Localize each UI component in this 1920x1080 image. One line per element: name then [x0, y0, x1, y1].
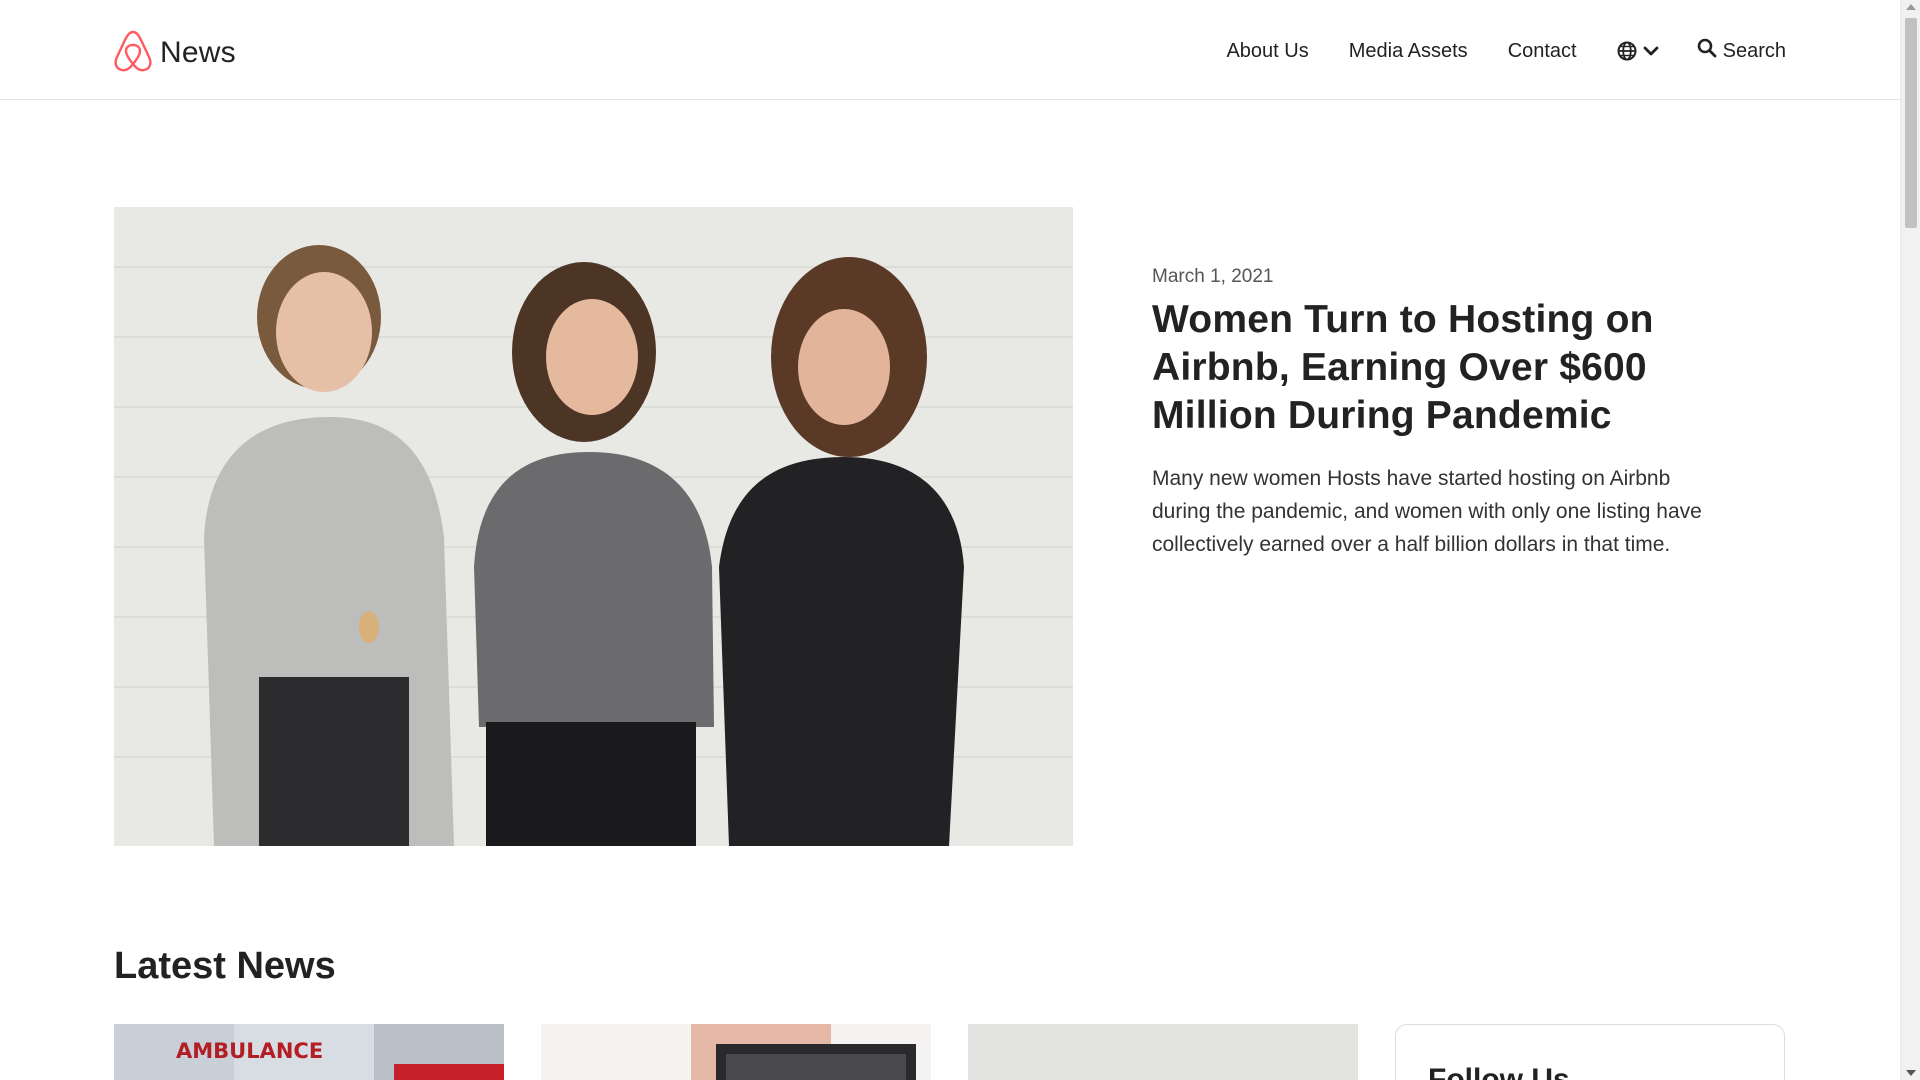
- airbnb-logo-icon: [112, 29, 154, 78]
- site-header: News About Us Media Assets Contact Searc…: [0, 0, 1900, 100]
- scroll-up-arrow-icon[interactable]: [1906, 4, 1916, 10]
- brand-name: News: [160, 36, 236, 69]
- article-summary: Many new women Hosts have started hostin…: [1152, 467, 1702, 556]
- brand-link[interactable]: News: [112, 30, 236, 76]
- language-selector[interactable]: [1617, 41, 1659, 61]
- search-label: Search: [1722, 39, 1786, 62]
- scroll-thumb[interactable]: [1905, 18, 1917, 228]
- hero-image[interactable]: [114, 207, 1073, 846]
- latest-news-heading: Latest News: [114, 945, 336, 987]
- scroll-down-arrow-icon[interactable]: [1906, 1070, 1916, 1076]
- follow-us-heading: Follow Us: [1428, 1063, 1570, 1080]
- news-card-image-3[interactable]: [968, 1024, 1358, 1080]
- news-card-image-1[interactable]: AMBULANCE: [114, 1024, 504, 1080]
- chevron-down-icon: [1643, 45, 1659, 57]
- hero-article: March 1, 2021 Women Turn to Hosting on A…: [1152, 266, 1732, 561]
- main-nav: About Us Media Assets Contact Search: [1226, 36, 1786, 66]
- follow-us-card: Follow Us: [1395, 1024, 1785, 1080]
- nav-contact[interactable]: Contact: [1508, 40, 1577, 63]
- news-card-image-2[interactable]: [541, 1024, 931, 1080]
- nav-about-us[interactable]: About Us: [1226, 40, 1308, 63]
- globe-icon: [1617, 41, 1637, 61]
- search-icon: [1697, 38, 1723, 64]
- article-date: March 1, 2021: [1152, 266, 1274, 287]
- search-button[interactable]: Search: [1697, 38, 1786, 64]
- page-scrollbar[interactable]: [1900, 0, 1920, 1080]
- nav-media-assets[interactable]: Media Assets: [1349, 40, 1468, 63]
- ambulance-sign: AMBULANCE: [176, 1039, 323, 1063]
- article-title[interactable]: Women Turn to Hosting on Airbnb, Earning…: [1152, 296, 1732, 440]
